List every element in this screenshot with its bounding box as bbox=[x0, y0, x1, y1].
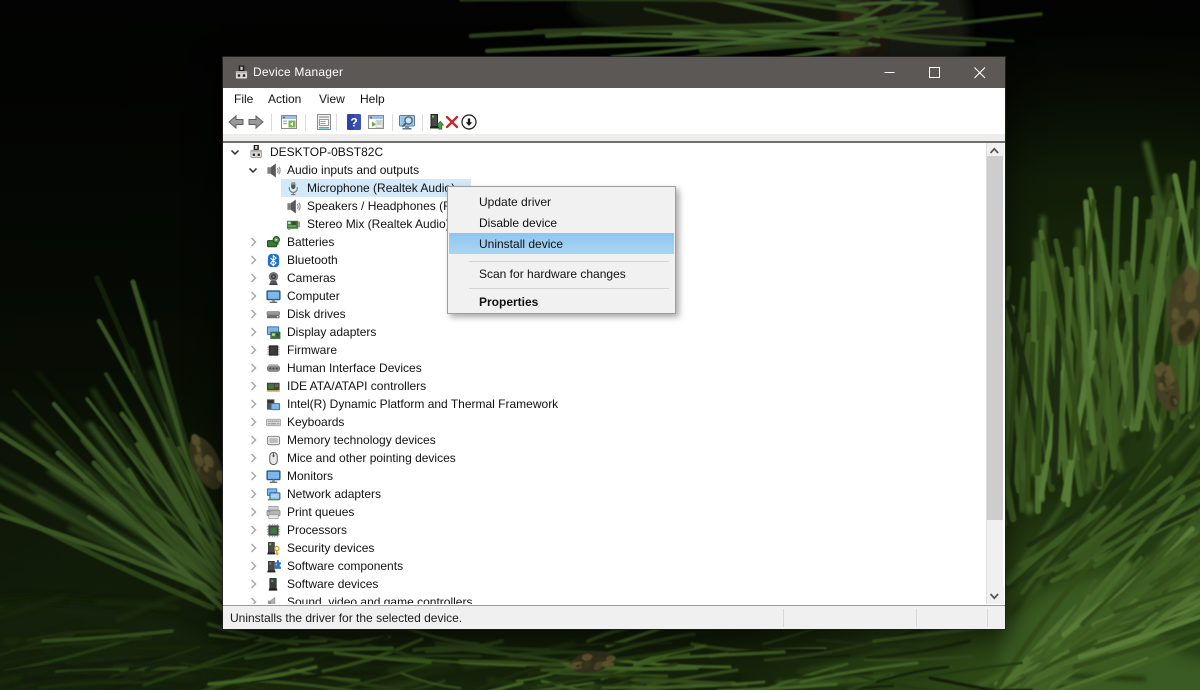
svg-text:?: ? bbox=[350, 116, 357, 130]
